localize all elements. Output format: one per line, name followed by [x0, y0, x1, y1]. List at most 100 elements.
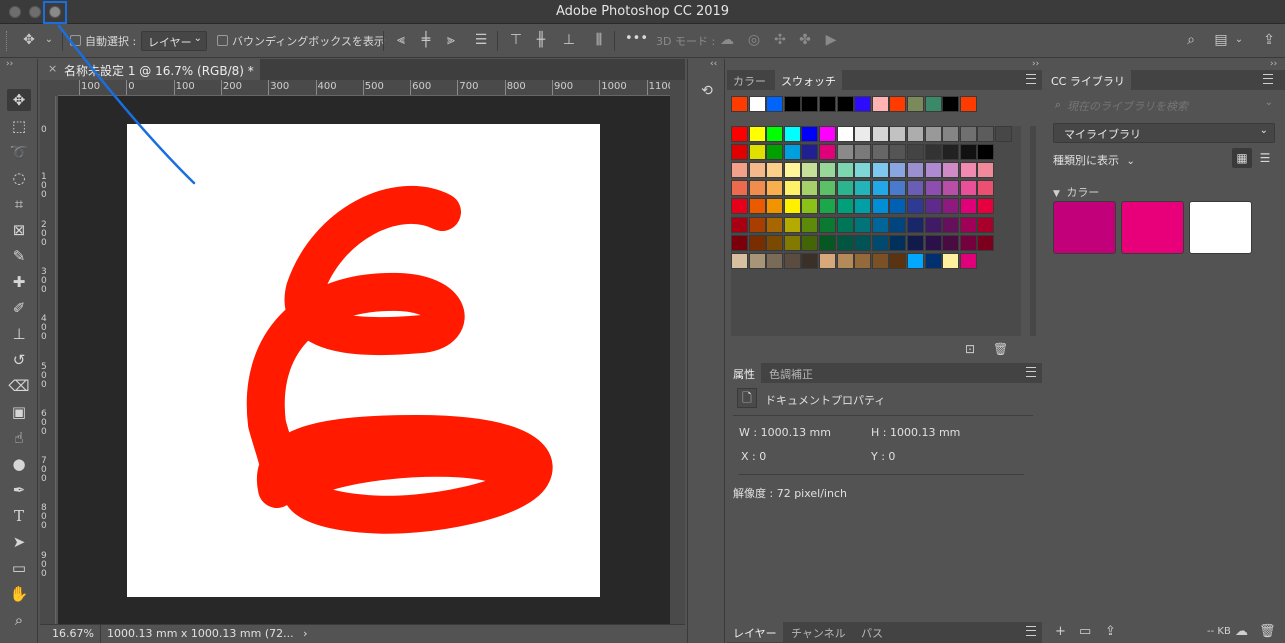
color-swatch[interactable] [783, 144, 801, 161]
recent-swatch[interactable] [959, 96, 977, 112]
color-swatch[interactable] [836, 162, 854, 179]
width-value[interactable]: W : 1000.13 mm [739, 426, 831, 439]
sort-dropdown[interactable]: 種類別に表示 ⌄ [1053, 152, 1135, 168]
color-swatch[interactable] [801, 180, 819, 197]
resolution-value[interactable]: 解像度 : 72 pixel/inch [733, 485, 847, 501]
tab-color[interactable]: カラー [727, 70, 772, 90]
vertical-ruler[interactable]: 0 100 200 300 400 500 600 700 800 900 [40, 96, 56, 624]
3d-camera-icon[interactable]: ▶ [822, 31, 840, 49]
color-swatch[interactable] [942, 234, 960, 251]
color-swatch[interactable] [854, 198, 872, 215]
crop-tool[interactable]: ⌗ [7, 193, 31, 215]
panel-menu-icon[interactable] [1263, 74, 1273, 84]
color-swatch[interactable] [854, 144, 872, 161]
color-swatch[interactable] [731, 198, 748, 215]
recent-swatch[interactable] [748, 96, 766, 112]
tab-layers[interactable]: レイヤー [727, 622, 783, 642]
color-swatch[interactable] [766, 162, 784, 179]
gradient-tool[interactable]: ▣ [7, 401, 31, 423]
color-swatch[interactable] [819, 198, 836, 215]
recent-swatch[interactable] [783, 96, 801, 112]
align-hcenter-icon[interactable]: ╪ [417, 31, 435, 49]
color-swatch[interactable] [924, 234, 942, 251]
color-swatch[interactable] [871, 126, 889, 142]
folder-icon[interactable]: ▭ [1079, 624, 1091, 639]
color-swatch[interactable] [942, 162, 960, 179]
tab-cc-libraries[interactable]: CC ライブラリ [1045, 70, 1131, 90]
color-swatch[interactable] [731, 234, 748, 251]
color-swatch[interactable] [977, 126, 995, 142]
new-swatch-icon[interactable]: ⊡ [965, 342, 975, 356]
color-swatch[interactable] [907, 234, 924, 251]
panel-menu-icon[interactable] [1026, 367, 1036, 377]
smudge-tool[interactable]: ☝ [7, 427, 31, 449]
color-swatch[interactable] [959, 234, 977, 251]
history-icon[interactable]: ⟲ [698, 83, 716, 101]
color-swatch[interactable] [924, 126, 942, 142]
share-icon[interactable]: ⇪ [1260, 31, 1278, 49]
color-swatch[interactable] [959, 126, 977, 142]
library-color-swatch[interactable] [1053, 201, 1116, 254]
color-swatch[interactable] [801, 126, 819, 142]
grip-handle[interactable] [6, 31, 10, 51]
type-tool[interactable]: T [7, 505, 31, 527]
color-swatch[interactable] [783, 180, 801, 197]
document-tab[interactable]: × 名称未設定 1 @ 16.7% (RGB/8) * [40, 59, 260, 80]
color-swatch[interactable] [766, 198, 784, 215]
rectangle-tool[interactable]: ▭ [7, 557, 31, 579]
3d-slide-icon[interactable]: ✤ [796, 31, 814, 49]
align-left-icon[interactable]: ⫷ [392, 31, 410, 49]
stamp-tool[interactable]: ⊥ [7, 323, 31, 345]
3d-roll-icon[interactable]: ◎ [745, 31, 763, 49]
distribute-icon[interactable]: ☰ [472, 31, 490, 49]
recent-swatch[interactable] [819, 96, 836, 112]
color-swatch[interactable] [766, 144, 784, 161]
color-swatch[interactable] [731, 180, 748, 197]
library-select[interactable]: マイライブラリ ⌄ [1053, 123, 1275, 143]
color-swatch[interactable] [907, 144, 924, 161]
color-swatch[interactable] [977, 198, 995, 215]
move-icon[interactable]: ✥ [20, 31, 38, 49]
move-tool[interactable]: ✥ [7, 89, 31, 111]
color-swatch[interactable] [748, 180, 766, 197]
document-canvas[interactable] [127, 124, 600, 597]
color-swatch[interactable] [924, 180, 942, 197]
document-info[interactable]: 1000.13 mm x 1000.13 mm (72... › [100, 625, 314, 643]
color-swatch[interactable] [766, 234, 784, 251]
color-swatch[interactable] [819, 126, 836, 142]
color-swatch[interactable] [854, 180, 872, 197]
color-swatch[interactable] [959, 180, 977, 197]
panel-menu-icon[interactable] [1026, 74, 1036, 84]
color-swatch[interactable] [907, 180, 924, 197]
color-swatch[interactable] [907, 162, 924, 179]
color-swatch[interactable] [766, 252, 784, 269]
colors-section-header[interactable]: ▼ カラー [1053, 184, 1099, 200]
panel-menu-icon[interactable] [1026, 626, 1036, 636]
dodge-tool[interactable]: ● [7, 453, 31, 475]
3d-pan-icon[interactable]: ✣ [771, 31, 789, 49]
recent-swatch[interactable] [924, 96, 942, 112]
color-swatch[interactable] [854, 234, 872, 251]
recent-swatch[interactable] [907, 96, 924, 112]
color-swatch[interactable] [924, 162, 942, 179]
color-swatch[interactable] [801, 252, 819, 269]
hand-tool[interactable]: ✋ [7, 583, 31, 605]
color-swatch[interactable] [977, 144, 995, 161]
color-swatch[interactable] [959, 216, 977, 233]
trash-icon[interactable]: 🗑 [993, 342, 1008, 356]
color-swatch[interactable] [889, 234, 907, 251]
color-swatch[interactable] [766, 126, 784, 142]
recent-swatch[interactable] [889, 96, 907, 112]
color-swatch[interactable] [959, 252, 977, 269]
creative-cloud-icon[interactable]: ☁ [1235, 624, 1248, 639]
pen-tool[interactable]: ✒ [7, 479, 31, 501]
tab-properties[interactable]: 属性 [727, 363, 761, 383]
color-swatch[interactable] [836, 126, 854, 142]
chevron-down-icon[interactable]: ⌄ [1230, 31, 1248, 49]
library-search-input[interactable] [1067, 96, 1257, 116]
color-swatch[interactable] [766, 216, 784, 233]
history-brush-tool[interactable]: ↺ [7, 349, 31, 371]
color-swatch[interactable] [959, 198, 977, 215]
color-swatch[interactable] [748, 252, 766, 269]
recent-swatch[interactable] [801, 96, 819, 112]
